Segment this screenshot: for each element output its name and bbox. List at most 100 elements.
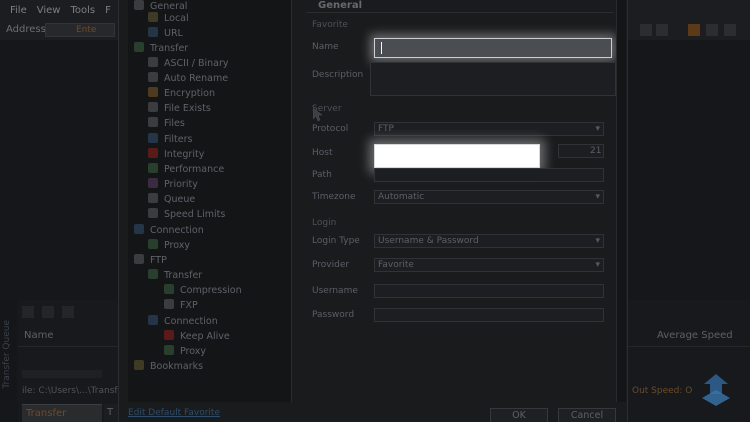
tree-item-keep-alive[interactable]: Keep Alive — [164, 330, 230, 344]
text-caret — [381, 41, 382, 54]
filter-icon — [148, 133, 158, 143]
name-input[interactable] — [374, 38, 612, 58]
tree-item-file-exists[interactable]: File Exists — [148, 102, 211, 116]
integrity-icon — [148, 148, 158, 158]
screen: File View Tools F Address Ente Transfer … — [0, 0, 750, 422]
files-icon — [148, 117, 158, 127]
url-icon — [148, 27, 158, 37]
tree-item-integrity[interactable]: Integrity — [148, 148, 204, 162]
tree-item-auto-rename[interactable]: Auto Rename — [148, 72, 228, 86]
cancel-button[interactable]: Cancel — [558, 408, 616, 422]
fxp-icon — [164, 299, 174, 309]
label-password: Password — [312, 310, 355, 320]
tree-item-performance[interactable]: Performance — [148, 163, 224, 177]
menu-item-view[interactable]: View — [37, 5, 61, 16]
label-name: Name — [312, 42, 339, 52]
ok-button[interactable]: OK — [490, 408, 548, 422]
tree-item-proxy[interactable]: Proxy — [148, 239, 190, 253]
tree-item-ftp-connection[interactable]: Connection — [148, 315, 218, 329]
tree-item-encryption[interactable]: Encryption — [148, 87, 215, 101]
label-path: Path — [312, 170, 332, 180]
protocol-select[interactable]: FTP — [374, 122, 604, 136]
ftp-icon — [134, 254, 144, 264]
tree-item-ftp-transfer[interactable]: Transfer — [148, 269, 202, 283]
tree-item-compression[interactable]: Compression — [164, 284, 242, 298]
column-header-average-speed[interactable]: Average Speed — [657, 326, 733, 346]
settings-tree: General Local URL Transfer ASCII / Binar… — [128, 0, 292, 402]
transfer-icon — [148, 269, 158, 279]
tree-item-ascii-binary[interactable]: ASCII / Binary — [148, 57, 229, 71]
proxy-icon — [164, 345, 174, 355]
host-input[interactable] — [374, 144, 540, 168]
address-input[interactable]: Ente — [45, 23, 115, 37]
mouse-cursor-icon — [313, 108, 323, 122]
menu-item-tools[interactable]: Tools — [70, 5, 95, 16]
queue-icon — [148, 193, 158, 203]
tree-item-ftp-proxy[interactable]: Proxy — [164, 345, 206, 359]
queue-tool-icon[interactable] — [22, 306, 34, 318]
description-textarea[interactable] — [370, 62, 616, 96]
tree-item-bookmarks[interactable]: Bookmarks — [134, 360, 203, 374]
menu-item-file[interactable]: File — [10, 5, 27, 16]
status-file-path: ile: C:\Users\...\Transf — [22, 386, 118, 396]
tree-item-files[interactable]: Files — [148, 117, 185, 131]
side-tab[interactable]: Transfer Queue — [2, 320, 12, 389]
tree-item-connection[interactable]: Connection — [134, 224, 204, 238]
path-input[interactable] — [374, 168, 604, 182]
gear-icon — [134, 0, 144, 10]
tree-item-fxp[interactable]: FXP — [164, 299, 198, 313]
transfer-icon — [134, 42, 144, 52]
horizontal-scrollbar[interactable] — [22, 370, 102, 378]
login-type-select[interactable]: Username & Password — [374, 234, 604, 248]
label-provider: Provider — [312, 260, 350, 270]
address-label: Address — [6, 24, 46, 35]
label-description: Description — [312, 70, 364, 80]
edit-default-favorite-link[interactable]: Edit Default Favorite — [128, 408, 220, 418]
app-logo-icon — [702, 374, 730, 406]
folder-icon — [148, 12, 158, 22]
toolbar-icon[interactable] — [688, 24, 700, 36]
tree-item-transfer[interactable]: Transfer — [134, 42, 188, 56]
password-input[interactable] — [374, 308, 604, 322]
right-toolbar — [640, 22, 750, 38]
connection-icon — [148, 315, 158, 325]
connection-icon — [134, 224, 144, 234]
toolbar-icon[interactable] — [724, 24, 736, 36]
label-protocol: Protocol — [312, 124, 349, 134]
save-icon[interactable] — [62, 306, 74, 318]
provider-select[interactable]: Favorite — [374, 258, 604, 272]
toolbar-icon[interactable] — [656, 24, 668, 36]
performance-icon — [148, 163, 158, 173]
label-username: Username — [312, 286, 358, 296]
priority-icon — [148, 178, 158, 188]
dialog-scrollbar[interactable] — [616, 0, 626, 402]
toolbar-icon[interactable] — [706, 24, 718, 36]
toolbar-icon[interactable] — [640, 24, 652, 36]
group-login: Login — [312, 218, 337, 228]
timezone-select[interactable]: Automatic — [374, 190, 604, 204]
tree-item-local[interactable]: Local — [148, 12, 189, 26]
tab-transfer-queue[interactable]: Transfer Queue — [22, 404, 102, 422]
label-host: Host — [312, 148, 333, 158]
column-header-name[interactable]: Name — [24, 326, 54, 346]
label-timezone: Timezone — [312, 192, 356, 202]
username-input[interactable] — [374, 284, 604, 298]
ascii-icon — [148, 57, 158, 67]
queue-tool-icon[interactable] — [42, 306, 54, 318]
menu-item-f[interactable]: F — [105, 5, 111, 16]
tree-item-url[interactable]: URL — [148, 27, 183, 41]
tree-item-speed-limits[interactable]: Speed Limits — [148, 208, 225, 222]
proxy-icon — [148, 239, 158, 249]
rename-icon — [148, 72, 158, 82]
title-divider — [306, 12, 614, 13]
tree-item-queue[interactable]: Queue — [148, 193, 195, 207]
file-exists-icon — [148, 102, 158, 112]
tree-item-ftp[interactable]: FTP — [134, 254, 167, 268]
heart-icon — [164, 330, 174, 340]
tree-item-priority[interactable]: Priority — [148, 178, 198, 192]
port-value: 21 — [590, 146, 602, 156]
queue-toolbar — [22, 306, 102, 320]
label-login-type: Login Type — [312, 236, 360, 246]
tree-item-filters[interactable]: Filters — [148, 133, 192, 147]
group-favorite: Favorite — [312, 20, 348, 30]
